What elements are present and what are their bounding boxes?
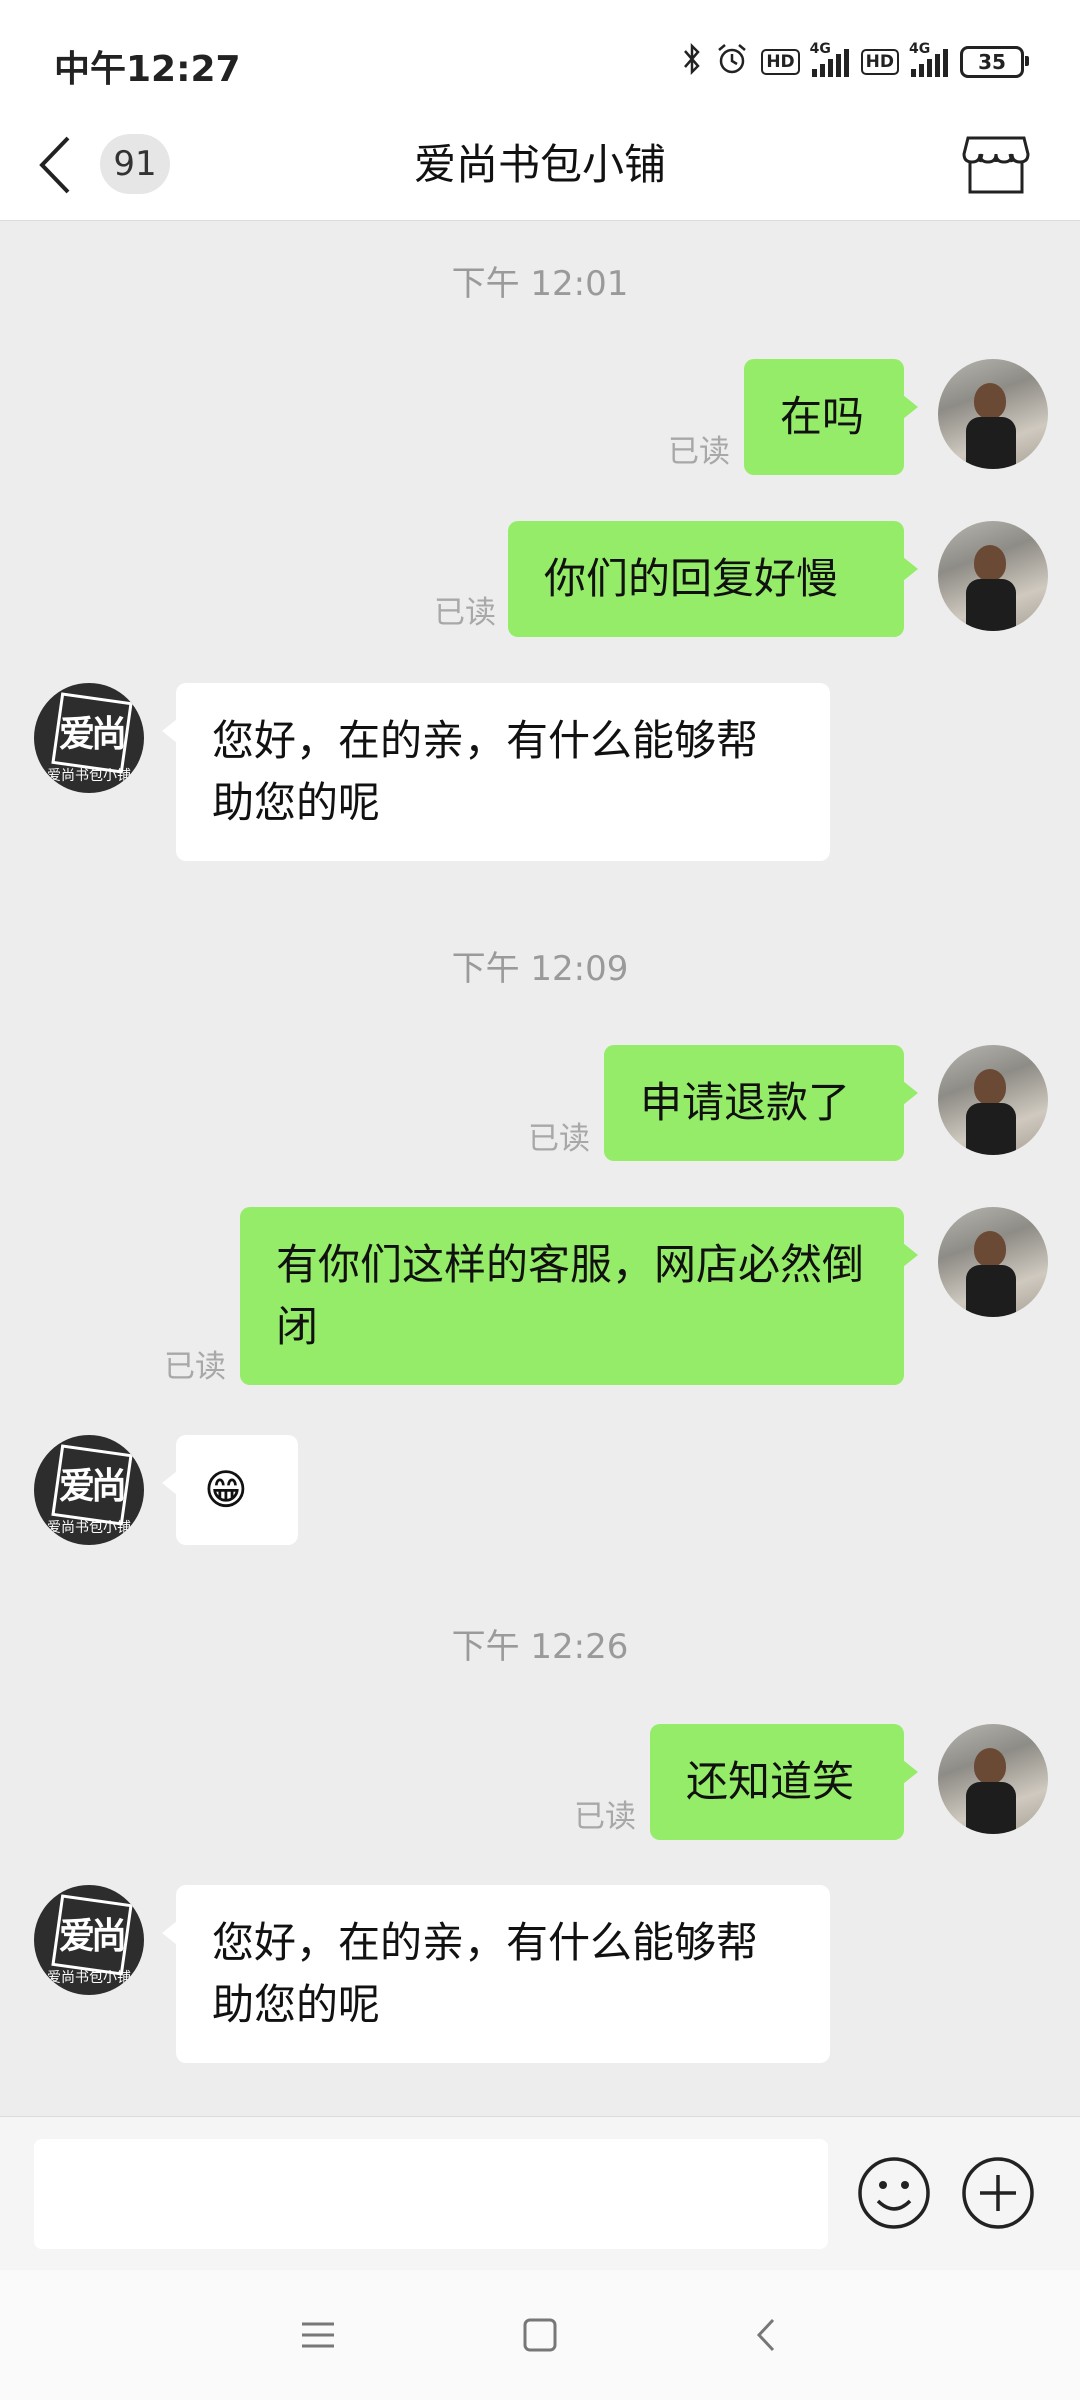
my-avatar[interactable] bbox=[938, 1045, 1048, 1155]
message-bubble-outgoing[interactable]: 还知道笑 bbox=[650, 1724, 918, 1840]
message-bubble-incoming[interactable]: 您好，在的亲，有什么能够帮助您的呢 bbox=[162, 683, 830, 861]
back-button[interactable] bbox=[32, 132, 92, 198]
message-bubble-outgoing[interactable]: 你们的回复好慢 bbox=[508, 521, 918, 637]
home-icon bbox=[523, 2318, 557, 2352]
emoji-icon bbox=[858, 2157, 930, 2229]
signal-icon-2: 4G bbox=[909, 41, 948, 77]
signal-icon-1: 4G bbox=[810, 41, 849, 77]
timestamp: 下午 12:26 bbox=[451, 1627, 629, 1667]
network-type-1: 4G bbox=[809, 41, 831, 57]
timestamp: 下午 12:01 bbox=[451, 264, 629, 304]
status-bar: 中午12:27 HD 4G HD 4G 35 bbox=[0, 0, 1080, 110]
chat-area[interactable]: 下午 12:01 已读 在吗 已读 你们的回复好慢 爱尚 爱尚书包小铺 您好，在… bbox=[0, 221, 1080, 2116]
shop-avatar[interactable]: 爱尚 爱尚书包小铺 bbox=[34, 1435, 144, 1545]
chat-header: 爱尚书包小铺 91 bbox=[0, 110, 1080, 221]
shop-logo-caption: 爱尚书包小铺 bbox=[47, 1970, 131, 1986]
network-type-2: 4G bbox=[909, 41, 931, 57]
read-receipt: 已读 bbox=[668, 434, 730, 470]
shop-logo-text: 爱尚 bbox=[58, 1916, 127, 1957]
back-icon bbox=[39, 136, 70, 194]
hd-badge-1: HD bbox=[761, 49, 800, 75]
emoji-button[interactable] bbox=[856, 2155, 932, 2231]
home-button[interactable] bbox=[515, 2310, 565, 2360]
message-input[interactable] bbox=[34, 2139, 828, 2249]
plus-icon bbox=[962, 2157, 1034, 2229]
nav-back-icon bbox=[756, 2318, 775, 2352]
menu-icon bbox=[302, 2322, 334, 2348]
status-icons: HD 4G HD 4G 35 bbox=[681, 40, 1029, 84]
timestamp: 下午 12:09 bbox=[451, 949, 629, 989]
status-time: 中午12:27 bbox=[54, 49, 241, 90]
my-avatar[interactable] bbox=[938, 521, 1048, 631]
battery-icon: 35 bbox=[960, 46, 1029, 78]
read-receipt: 已读 bbox=[434, 595, 496, 631]
my-avatar[interactable] bbox=[938, 1724, 1048, 1834]
shop-avatar[interactable]: 爱尚 爱尚书包小铺 bbox=[34, 1885, 144, 1995]
nav-back-button[interactable] bbox=[742, 2310, 792, 2360]
shop-logo-text: 爱尚 bbox=[58, 714, 127, 755]
shop-logo-caption: 爱尚书包小铺 bbox=[47, 768, 131, 784]
bluetooth-icon bbox=[681, 42, 703, 83]
my-avatar[interactable] bbox=[938, 1207, 1048, 1317]
unread-count-badge[interactable]: 91 bbox=[100, 134, 170, 194]
alarm-icon bbox=[715, 42, 749, 83]
read-receipt: 已读 bbox=[528, 1121, 590, 1157]
shop-logo-text: 爱尚 bbox=[58, 1466, 127, 1507]
store-icon bbox=[962, 136, 1030, 194]
hd-badge-2: HD bbox=[860, 49, 899, 75]
input-bar bbox=[0, 2116, 1080, 2271]
read-receipt: 已读 bbox=[164, 1349, 226, 1385]
message-bubble-outgoing[interactable]: 申请退款了 bbox=[604, 1045, 918, 1161]
message-bubble-incoming-emoji[interactable]: 😁 bbox=[162, 1435, 298, 1545]
message-bubble-outgoing[interactable]: 有你们这样的客服，网店必然倒闭 bbox=[240, 1207, 918, 1385]
shop-avatar[interactable]: 爱尚 爱尚书包小铺 bbox=[34, 683, 144, 793]
shop-logo-caption: 爱尚书包小铺 bbox=[47, 1520, 131, 1536]
message-bubble-outgoing[interactable]: 在吗 bbox=[744, 359, 918, 475]
more-button[interactable] bbox=[960, 2155, 1036, 2231]
store-button[interactable] bbox=[960, 128, 1032, 200]
system-nav-bar bbox=[0, 2270, 1080, 2400]
message-bubble-incoming[interactable]: 您好，在的亲，有什么能够帮助您的呢 bbox=[162, 1885, 830, 2063]
my-avatar[interactable] bbox=[938, 359, 1048, 469]
menu-button[interactable] bbox=[293, 2310, 343, 2360]
read-receipt: 已读 bbox=[574, 1799, 636, 1835]
